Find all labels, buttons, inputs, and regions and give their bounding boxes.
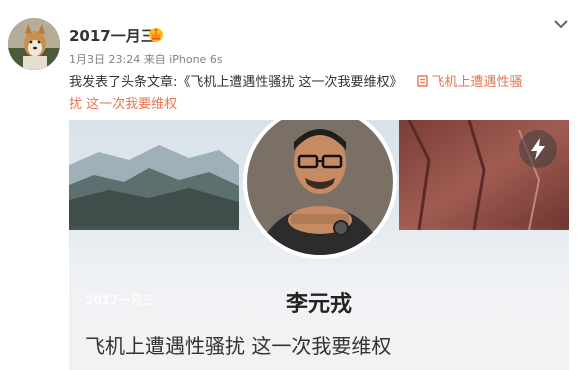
article-link-cont[interactable]: 扰 这一次我要维权 bbox=[69, 97, 177, 112]
post-text-prefix: 我发表了头条文章:《飞机上遭遇性骚扰 这一次我要维权》 bbox=[69, 75, 403, 90]
article-link[interactable]: 飞机上遭遇性骚 bbox=[432, 75, 523, 90]
document-icon bbox=[416, 75, 428, 87]
post-source: 来自 iPhone 6s bbox=[143, 53, 223, 66]
article-card[interactable]: 2017一月三 李元戎 飞机上遭遇性骚扰 这一次我要维权 bbox=[69, 120, 569, 370]
post-time[interactable]: 1月3日 23:24 bbox=[69, 53, 140, 66]
card-title[interactable]: 飞机上遭遇性骚扰 这一次我要维权 bbox=[85, 330, 391, 359]
chevron-down-icon[interactable] bbox=[553, 18, 569, 30]
card-author-name: 李元戎 bbox=[285, 292, 352, 317]
avatar[interactable] bbox=[8, 18, 60, 70]
lightning-icon[interactable] bbox=[519, 130, 557, 168]
crown-icon[interactable] bbox=[148, 26, 164, 42]
author-avatar[interactable] bbox=[233, 120, 407, 260]
post-meta: 1月3日 23:24 来自 iPhone 6s bbox=[69, 51, 223, 67]
post-text: 我发表了头条文章:《飞机上遭遇性骚扰 这一次我要维权》 飞机上遭遇性骚扰 这一次我… bbox=[69, 72, 569, 116]
username[interactable]: 2017一月三 bbox=[69, 25, 156, 46]
